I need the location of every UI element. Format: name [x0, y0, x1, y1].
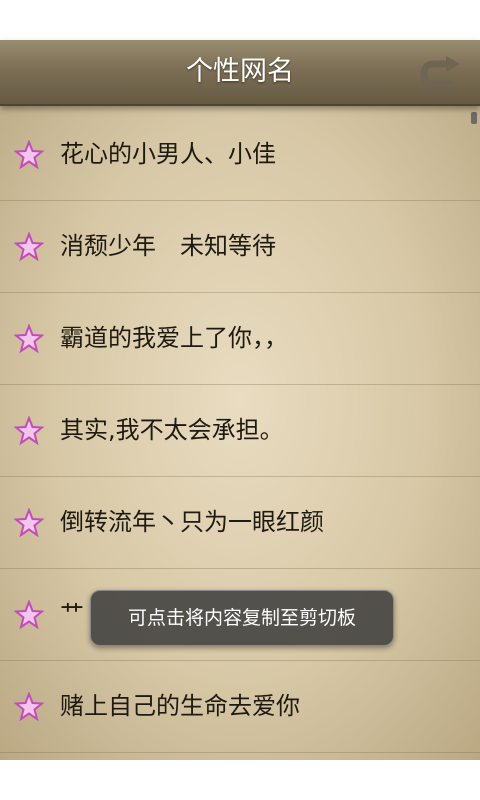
nickname-list[interactable]: 花心的小男人、小佳 消颓少年 未知等待 霸道的我爱上了你，， 其实,我不太会承担… — [0, 106, 480, 760]
list-item[interactable]: 其实,我不太会承担。 — [0, 384, 480, 477]
header-bar: 个性网名 — [0, 40, 480, 106]
list-item-label: 消颓少年 未知等待 — [60, 232, 276, 260]
page-title: 个性网名 — [186, 56, 294, 87]
list-item[interactable]: 霸道的我爱上了你，， — [0, 292, 480, 385]
pink-star-icon — [14, 508, 44, 538]
list-item[interactable]: 花心的小男人、小佳 — [0, 108, 480, 201]
pink-star-icon — [14, 600, 44, 630]
list-item-label: 倒转流年丶只为一眼红颜 — [60, 508, 324, 536]
list-item[interactable]: 倒转流年丶只为一眼红颜 — [0, 476, 480, 569]
list-item[interactable]: 赌上自己的生命去爱你 — [0, 660, 480, 753]
list-item[interactable]: 消颓少年 未知等待 — [0, 200, 480, 293]
bottom-bar — [0, 760, 480, 800]
list-item-label: 赌上自己的生命去爱你 — [60, 692, 300, 720]
status-bar — [0, 0, 480, 40]
list-item-label: 艹 — [60, 600, 84, 628]
undo-arrow-icon — [420, 56, 460, 88]
pink-star-icon — [14, 232, 44, 262]
pink-star-icon — [14, 140, 44, 170]
pink-star-icon — [14, 324, 44, 354]
pink-star-icon — [14, 416, 44, 446]
list-item-label: 其实,我不太会承担。 — [60, 416, 284, 444]
pink-star-icon — [14, 692, 44, 722]
list-item-label: 霸道的我爱上了你，， — [60, 324, 288, 352]
copy-hint-toast: 可点击将内容复制至剪切板 — [90, 590, 394, 646]
list-item-label: 花心的小男人、小佳 — [60, 140, 276, 168]
back-button[interactable] — [420, 54, 464, 90]
